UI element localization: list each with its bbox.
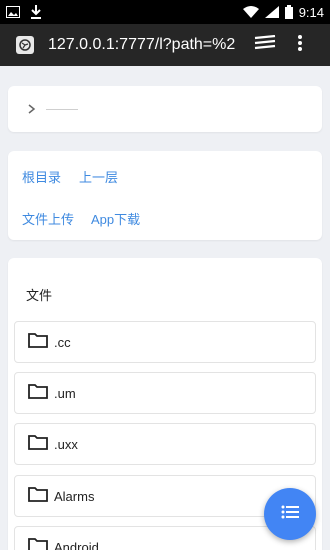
file-name: Alarms bbox=[54, 488, 95, 504]
browser-toolbar: 127.0.0.1:7777/l?path=%2 bbox=[0, 24, 330, 66]
navigation-card: 根目录 上一层 文件上传 App下载 bbox=[8, 151, 322, 240]
list-icon bbox=[281, 505, 299, 524]
folder-icon bbox=[28, 486, 48, 507]
file-name: .uxx bbox=[54, 436, 78, 452]
tabs-icon[interactable] bbox=[254, 34, 276, 56]
app-download-link[interactable]: App下载 bbox=[91, 209, 140, 228]
breadcrumb bbox=[8, 86, 322, 132]
upload-link[interactable]: 文件上传 bbox=[22, 209, 74, 228]
site-icon[interactable] bbox=[16, 36, 34, 54]
parent-dir-link[interactable]: 上一层 bbox=[79, 167, 118, 186]
folder-icon bbox=[28, 434, 48, 455]
signal-icon bbox=[264, 6, 279, 18]
breadcrumb-separator bbox=[46, 108, 78, 110]
download-icon bbox=[30, 5, 42, 19]
file-row[interactable]: .cc bbox=[14, 321, 316, 363]
file-name: .um bbox=[54, 385, 76, 401]
file-name: .cc bbox=[54, 334, 71, 350]
battery-icon bbox=[284, 5, 293, 19]
file-row[interactable]: .uxx bbox=[14, 423, 316, 465]
chevron-right-icon[interactable] bbox=[28, 101, 36, 117]
status-time: 9:14 bbox=[298, 4, 324, 20]
image-notification-icon bbox=[6, 6, 20, 18]
folder-icon bbox=[28, 383, 48, 404]
wifi-icon bbox=[242, 6, 259, 18]
status-bar: 9:14 bbox=[0, 0, 330, 24]
file-list-title: 文件 bbox=[26, 288, 53, 303]
file-row[interactable]: .um bbox=[14, 372, 316, 414]
list-view-fab[interactable] bbox=[264, 488, 316, 540]
address-bar[interactable]: 127.0.0.1:7777/l?path=%2 bbox=[48, 36, 236, 54]
file-name: Android bbox=[54, 539, 99, 550]
root-dir-link[interactable]: 根目录 bbox=[22, 167, 61, 186]
folder-icon bbox=[28, 332, 48, 353]
folder-icon bbox=[28, 537, 48, 550]
overflow-menu-icon[interactable] bbox=[298, 34, 302, 56]
